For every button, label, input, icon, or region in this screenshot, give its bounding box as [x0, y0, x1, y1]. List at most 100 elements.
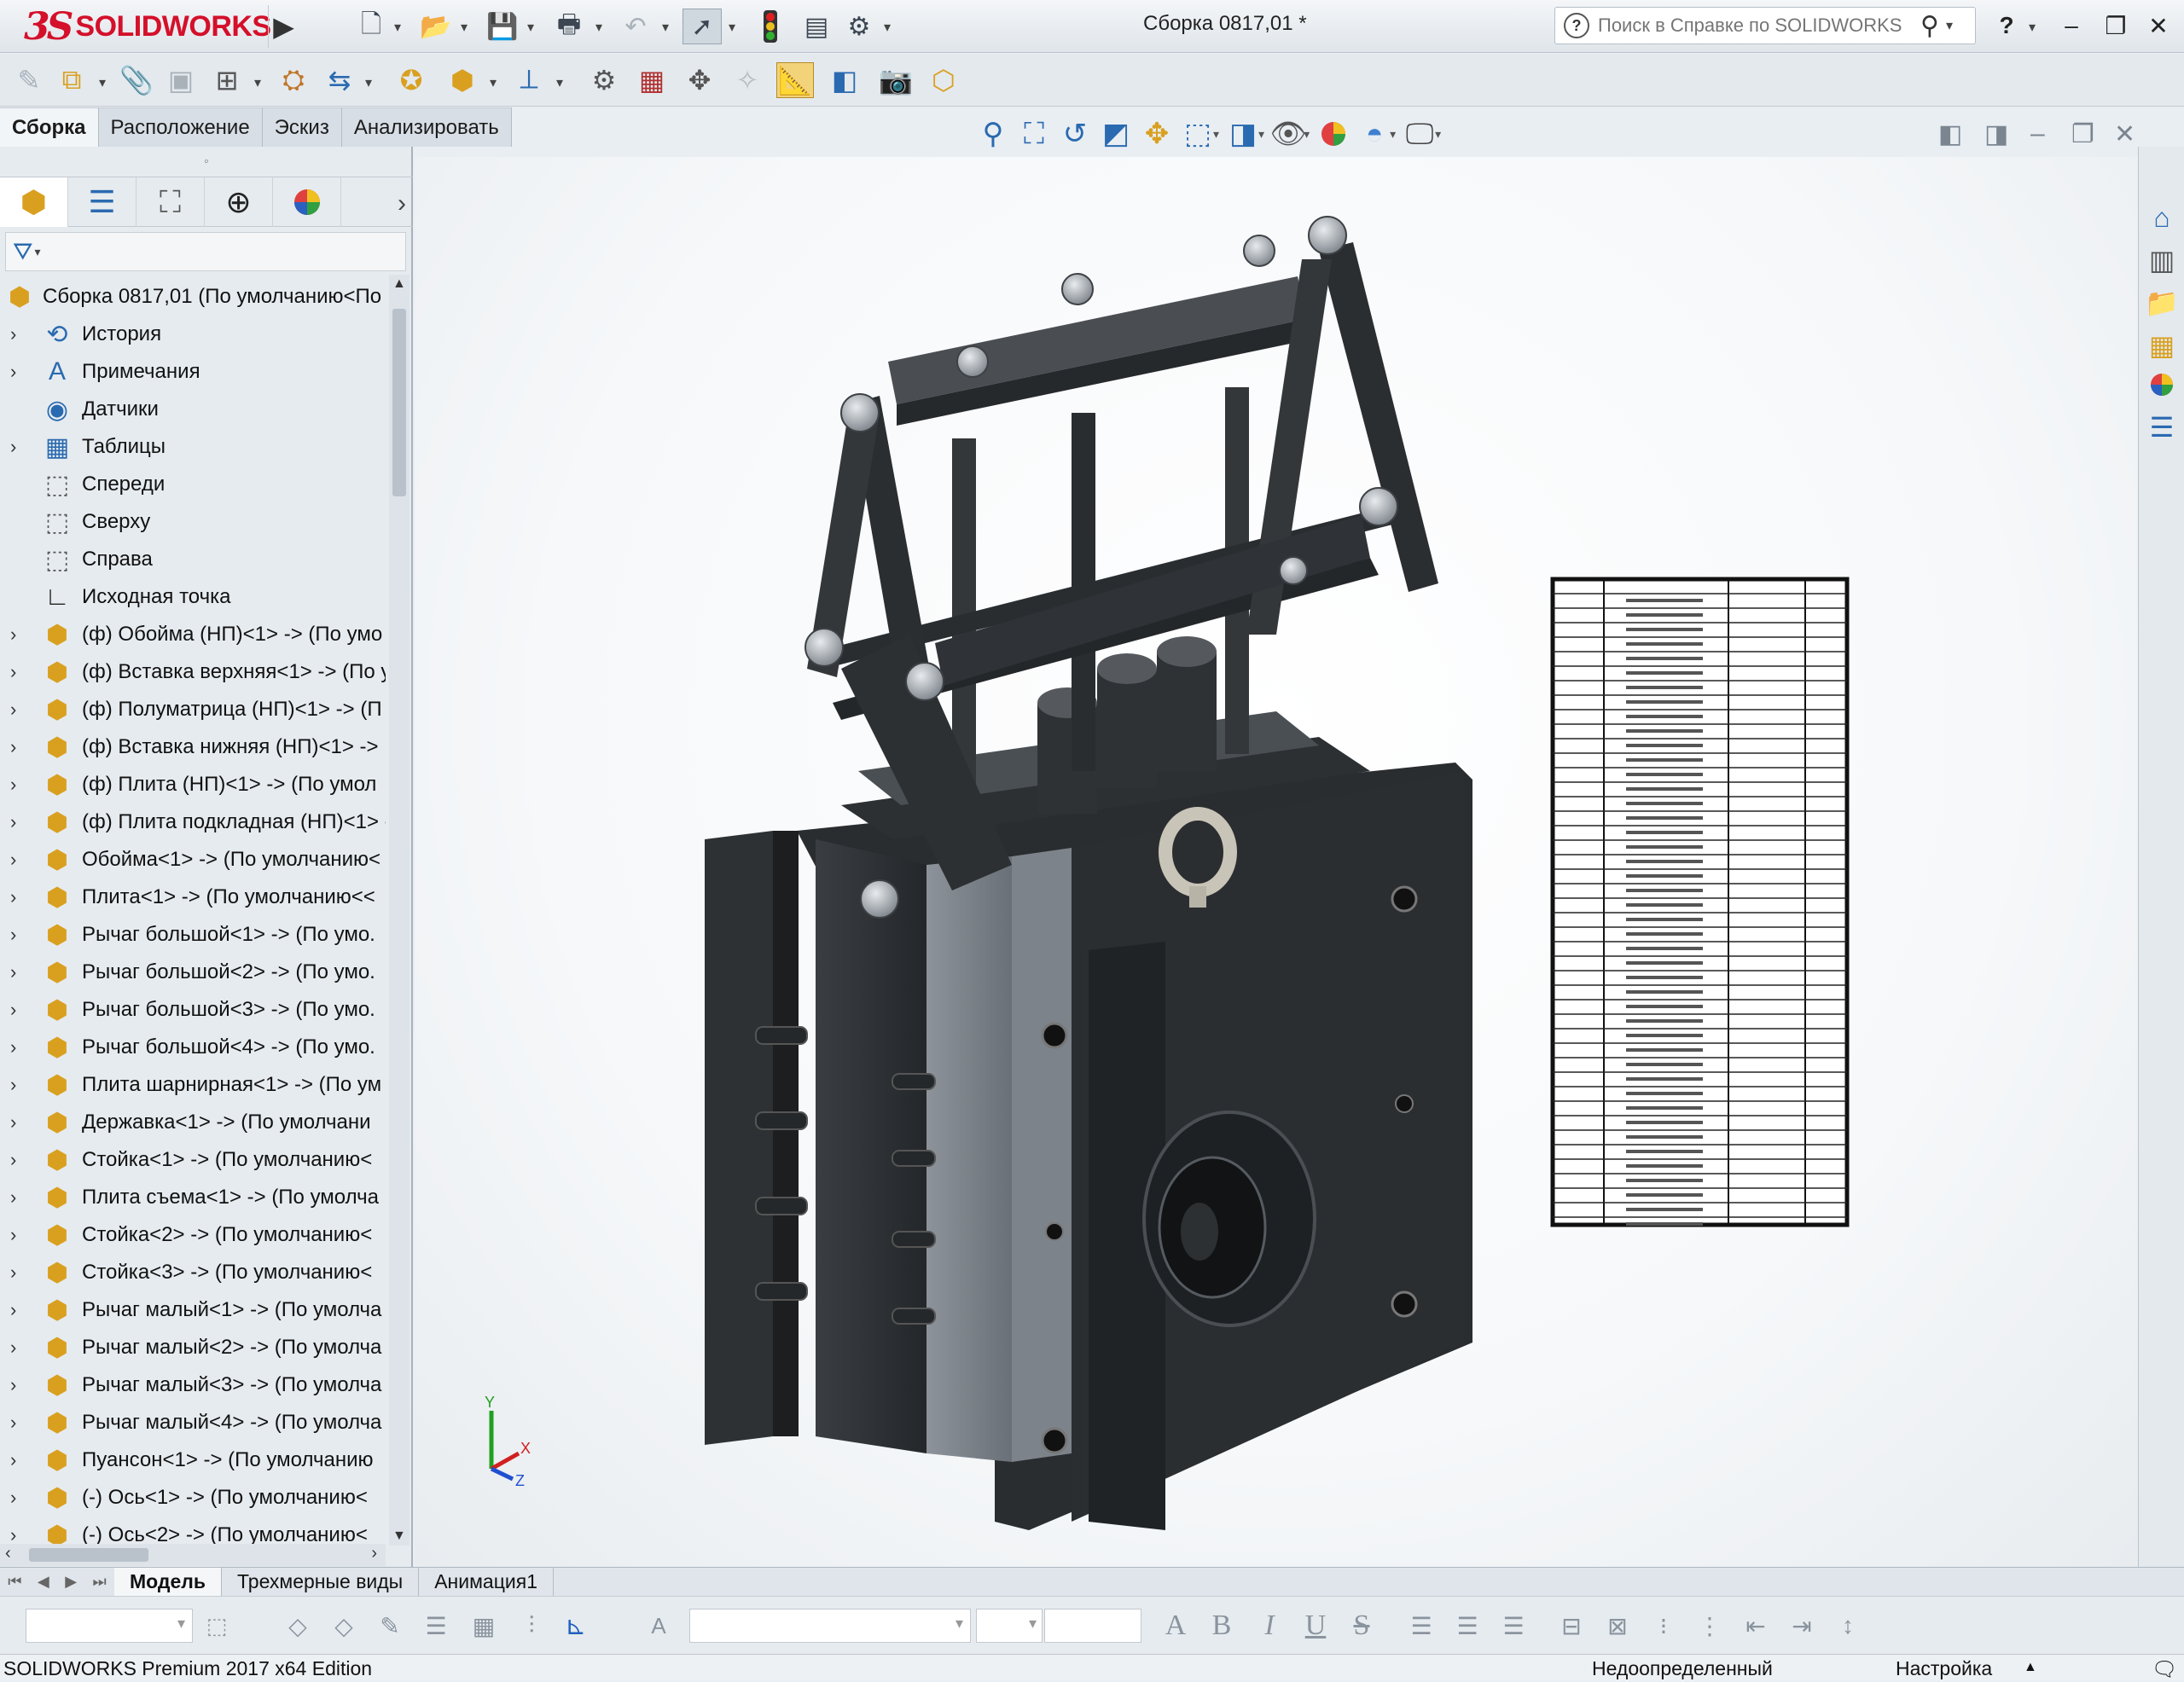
view-orientation-icon[interactable]: ⬚ — [1177, 114, 1218, 154]
strikethrough-button[interactable]: S — [1343, 1609, 1380, 1643]
scroll-down-arrow-icon[interactable]: ▼ — [392, 1528, 406, 1544]
insert-dropdown-caret-icon[interactable]: ▾ — [99, 74, 106, 91]
h-scrollbar-thumb[interactable] — [29, 1548, 148, 1562]
undo-dropdown-caret-icon[interactable]: ▾ — [662, 19, 669, 36]
layer-select[interactable]: ▾ — [26, 1609, 193, 1643]
help-menu-icon[interactable]: ? — [1989, 9, 2024, 43]
print-dropdown-caret-icon[interactable]: ▾ — [595, 19, 602, 36]
scrollbar-thumb[interactable] — [392, 309, 406, 496]
filter-dropdown-caret-icon[interactable]: ▾ — [35, 245, 41, 259]
expand-chevron-icon[interactable]: › — [10, 1299, 16, 1321]
print-icon[interactable]: 🖶 — [549, 9, 589, 44]
menu-expand-arrow-icon[interactable]: ▶ — [268, 5, 299, 48]
line-thickness-icon[interactable]: ◇ — [324, 1609, 363, 1643]
font-size-select[interactable]: ▾ — [976, 1609, 1043, 1643]
tree-item[interactable]: › ⬢ Плита съема<1> -> (По умолча — [0, 1179, 389, 1216]
mate-paperclip-icon[interactable]: 📎 — [118, 62, 155, 98]
grid-snap-icon[interactable]: ⫶ — [512, 1609, 551, 1643]
minimize-icon[interactable]: – — [2054, 9, 2088, 43]
tree-item[interactable]: ∟ Исходная точка — [0, 578, 389, 616]
view-orientation-caret-icon[interactable]: ▾ — [1213, 127, 1219, 142]
status-chat-icon[interactable]: 🗨 — [2152, 1657, 2177, 1682]
expand-chevron-icon[interactable]: › — [10, 961, 16, 983]
layer-properties-icon[interactable]: ⬚ — [200, 1609, 234, 1643]
font-a-icon[interactable]: A — [1157, 1609, 1194, 1643]
resources-home-icon[interactable]: ⌂ — [2142, 198, 2181, 237]
rebuild-traffic-light-icon[interactable] — [751, 9, 790, 44]
tree-root-assembly[interactable]: ⬢ Сборка 0817,01 (По умолчанию<По — [0, 278, 389, 316]
show-hidden-components-icon[interactable]: ✪ — [392, 62, 430, 98]
tree-item[interactable]: › ⬢ Рычаг большой<2> -> (По умо. — [0, 954, 389, 991]
apply-scene-caret-icon[interactable]: ▾ — [1390, 127, 1396, 142]
insert-components-icon[interactable]: ✎ — [10, 62, 48, 98]
help-search-box[interactable]: ? ⚲ ▾ — [1554, 7, 1976, 44]
expand-chevron-icon[interactable]: › — [10, 1149, 16, 1171]
line-spacing-icon[interactable]: ↕ — [1829, 1609, 1867, 1643]
tree-item[interactable]: ◉ Датчики — [0, 391, 389, 428]
restore-icon[interactable]: ❐ — [2099, 9, 2133, 43]
section-view-icon[interactable]: ◩ — [1095, 114, 1136, 154]
tree-item[interactable]: › ⬢ (ф) Вставка нижняя (НП)<1> -> — [0, 728, 389, 766]
expand-chevron-icon[interactable]: › — [10, 699, 16, 721]
bill-of-materials-icon[interactable]: ▦ — [633, 62, 671, 98]
more-tabs-chevron-icon[interactable]: › — [398, 189, 406, 218]
increase-indent-icon[interactable]: ⇥ — [1783, 1609, 1821, 1643]
expand-chevron-icon[interactable]: › — [10, 924, 16, 946]
tree-item[interactable]: › ⬢ (ф) Обойма (НП)<1> -> (По умо — [0, 616, 389, 653]
help-dropdown-caret-icon[interactable]: ▾ — [2029, 19, 2036, 36]
next-tab-arrow-icon[interactable]: ▶ — [65, 1573, 77, 1591]
new-document-icon[interactable]: 🗋 — [351, 9, 391, 44]
expand-chevron-icon[interactable]: › — [10, 811, 16, 833]
view-settings-caret-icon[interactable]: ▾ — [1435, 127, 1441, 142]
tree-item[interactable]: › ▦ Таблицы — [0, 428, 389, 466]
save-icon[interactable]: 💾 — [483, 9, 522, 44]
tree-item[interactable]: › ⬢ Плита<1> -> (По умолчанию<< — [0, 879, 389, 916]
expand-chevron-icon[interactable]: › — [10, 436, 16, 458]
fit-text-icon[interactable]: ⊟ — [1553, 1609, 1590, 1643]
bill-of-materials-table[interactable] — [1550, 577, 1850, 1227]
dynamic-annotation-icon[interactable]: ✥ — [1136, 114, 1177, 154]
expand-chevron-icon[interactable]: › — [10, 1111, 16, 1134]
expand-chevron-icon[interactable]: › — [10, 624, 16, 646]
apply-scene-icon[interactable]: ◓ — [1354, 114, 1395, 154]
tree-item[interactable]: › ⟲ История — [0, 316, 389, 353]
new-motion-study-icon[interactable]: ⚙ — [585, 62, 623, 98]
expand-chevron-icon[interactable]: › — [10, 1074, 16, 1096]
tree-item[interactable]: › ⬢ (ф) Плита (НП)<1> -> (По умол — [0, 766, 389, 803]
scroll-right-arrow-icon[interactable]: › — [371, 1544, 377, 1563]
edit-appearance-icon[interactable] — [1313, 114, 1354, 154]
tree-item[interactable]: › ⬢ (ф) Вставка верхняя<1> -> (По у — [0, 653, 389, 691]
new-part-icon[interactable]: ⧉ — [53, 62, 90, 98]
tree-item[interactable]: › ⬢ Рычаг большой<3> -> (По умо. — [0, 991, 389, 1029]
tree-item[interactable]: › ⬢ Плита шарнирная<1> -> (По ум — [0, 1066, 389, 1104]
doc-restore-icon[interactable]: ❐ — [2071, 119, 2094, 149]
tab-layout[interactable]: Расположение — [98, 107, 263, 147]
tree-item[interactable]: › ⬢ Стойка<3> -> (По умолчанию< — [0, 1254, 389, 1291]
expand-chevron-icon[interactable]: › — [10, 1487, 16, 1509]
numbering-icon[interactable]: ⋮ — [1691, 1609, 1728, 1643]
explode-line-sketch-icon[interactable]: ✧ — [729, 62, 766, 98]
expand-chevron-icon[interactable]: › — [10, 849, 16, 871]
tree-item[interactable]: › ⬢ Рычаг малый<3> -> (По умолча — [0, 1366, 389, 1404]
file-properties-icon[interactable]: ▤ — [797, 9, 836, 44]
property-manager-tab-icon[interactable]: ☰ — [68, 177, 136, 227]
hide-show-items-icon[interactable]: 👁 — [1268, 114, 1309, 154]
tree-item[interactable]: › ⬢ (ф) Плита подкладная (НП)<1> - — [0, 803, 389, 841]
expand-chevron-icon[interactable]: › — [10, 1262, 16, 1284]
doc-minimize-icon[interactable]: – — [2030, 119, 2045, 148]
snapshot-camera-icon[interactable]: 📷 — [877, 62, 915, 98]
tab-evaluate[interactable]: Анализировать — [341, 107, 512, 147]
tree-item[interactable]: ⬚ Спереди — [0, 466, 389, 503]
pattern-dropdown-caret-icon[interactable]: ▾ — [254, 74, 261, 91]
configuration-manager-tab-icon[interactable]: ⛶ — [136, 177, 205, 227]
appearances-icon[interactable] — [2142, 365, 2181, 404]
line-style-icon[interactable]: ✎ — [370, 1609, 410, 1643]
expand-chevron-icon[interactable]: › — [10, 774, 16, 796]
bold-button[interactable]: B — [1203, 1609, 1240, 1643]
no-border-icon[interactable]: ⊠ — [1599, 1609, 1636, 1643]
tree-item[interactable]: › ⬢ Стойка<1> -> (По умолчанию< — [0, 1141, 389, 1179]
expand-chevron-icon[interactable]: › — [10, 999, 16, 1021]
align-center-icon[interactable]: ☰ — [1449, 1609, 1486, 1643]
tree-item[interactable]: › A Примечания — [0, 353, 389, 391]
filter-funnel-icon[interactable]: ⛛ — [13, 238, 33, 266]
